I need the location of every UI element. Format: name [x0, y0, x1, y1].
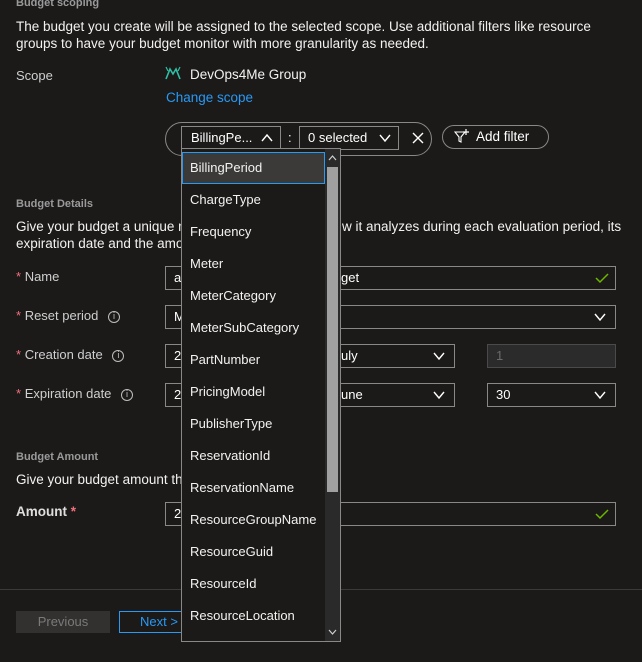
filter-colon: :: [288, 130, 292, 145]
budget-scoping-title: Budget scoping: [16, 0, 100, 9]
description-line: The budget you create will be assigned t…: [16, 19, 591, 34]
name-input-value-right: get: [341, 270, 360, 285]
filter-values-select[interactable]: 0 selected: [299, 126, 399, 150]
dropdown-item[interactable]: BillingPeriod: [182, 152, 325, 184]
amount-label-text: Amount: [16, 504, 67, 519]
management-group-icon: [165, 66, 181, 80]
filter-values-value: 0 selected: [308, 130, 368, 145]
budget-details-description-left1: Give your budget a unique n: [16, 219, 186, 234]
scroll-up-arrow-icon[interactable]: [325, 152, 340, 164]
creation-date-label-text: Creation date: [24, 347, 103, 362]
required-marker: *: [16, 269, 22, 284]
creation-day-input: 1: [487, 344, 616, 368]
chevron-down-icon: [594, 391, 606, 400]
dropdown-item[interactable]: MeterSubCategory: [182, 312, 325, 344]
dropdown-item[interactable]: Meter: [182, 248, 325, 280]
add-filter-label: Add filter: [476, 129, 530, 144]
required-marker: *: [16, 347, 22, 362]
dropdown-item[interactable]: MeterCategory: [182, 280, 325, 312]
dropdown-item[interactable]: ResourceGuid: [182, 536, 325, 568]
expiration-date-label-text: Expiration date: [24, 386, 112, 401]
chevron-down-icon: [379, 134, 391, 143]
add-filter-button[interactable]: Add filter: [442, 125, 549, 149]
scope-label: Scope: [16, 68, 53, 83]
scroll-down-arrow-icon[interactable]: [325, 626, 340, 638]
dropdown-scrollbar[interactable]: [325, 149, 340, 641]
amount-input-right[interactable]: [341, 502, 616, 526]
budget-details-description-right1: w it analyzes during each evaluation per…: [342, 219, 622, 234]
next-button[interactable]: Next >: [119, 611, 189, 633]
budget-details-description-left2: expiration date and the amo: [16, 236, 184, 251]
checkmark-icon: [595, 509, 609, 520]
dropdown-item[interactable]: PartNumber: [182, 344, 325, 376]
chevron-down-icon: [433, 352, 445, 361]
filter-property-value: BillingPe...: [191, 130, 253, 145]
required-marker: *: [16, 308, 22, 323]
dropdown-item[interactable]: ResourceLocation: [182, 600, 325, 632]
reset-period-label: * Reset period i: [16, 308, 121, 323]
change-scope-link[interactable]: Change scope: [166, 90, 253, 105]
dropdown-item[interactable]: PublisherType: [182, 408, 325, 440]
close-icon[interactable]: [411, 131, 425, 145]
budget-amount-title: Budget Amount: [16, 451, 99, 463]
required-marker: *: [70, 504, 77, 519]
description-line: groups to have your budget monitor with …: [16, 36, 429, 51]
checkmark-icon: [595, 273, 609, 284]
reset-period-label-text: Reset period: [24, 308, 99, 323]
info-icon[interactable]: i: [112, 350, 125, 362]
budget-scoping-description: The budget you create will be assigned t…: [16, 18, 636, 52]
dropdown-item[interactable]: Frequency: [182, 216, 325, 248]
creation-month-select[interactable]: uly: [341, 344, 455, 368]
expiration-month-value: une: [341, 387, 363, 402]
info-icon[interactable]: i: [121, 389, 134, 401]
budget-amount-description: Give your budget amount thi: [16, 472, 186, 487]
expiration-day-select[interactable]: 30: [487, 383, 616, 407]
info-icon[interactable]: i: [108, 311, 121, 323]
amount-label: Amount *: [16, 504, 76, 519]
dropdown-item[interactable]: ResourceGroupName: [182, 504, 325, 536]
filter-property-select[interactable]: BillingPe...: [181, 126, 281, 150]
name-label-text: Name: [24, 269, 60, 284]
filter-property-dropdown: BillingPeriod ChargeType Frequency Meter…: [181, 148, 341, 642]
dropdown-item[interactable]: ChargeType: [182, 184, 325, 216]
add-filter-icon: [453, 129, 470, 145]
scope-value: DevOps4Me Group: [190, 67, 307, 82]
dropdown-item[interactable]: ResourceId: [182, 568, 325, 600]
chevron-up-icon: [261, 133, 273, 142]
budget-details-title: Budget Details: [16, 198, 94, 210]
chevron-down-icon: [433, 391, 445, 400]
creation-date-label: * Creation date i: [16, 347, 125, 362]
dropdown-item[interactable]: ReservationName: [182, 472, 325, 504]
chevron-down-icon: [594, 313, 606, 322]
creation-month-value: uly: [341, 348, 358, 363]
required-marker: *: [16, 386, 22, 401]
expiration-date-label: * Expiration date i: [16, 386, 134, 401]
reset-period-select-right[interactable]: [341, 305, 616, 329]
next-button-label: Next >: [140, 614, 178, 629]
creation-day-value: 1: [496, 348, 504, 363]
expiration-day-value: 30: [496, 387, 511, 402]
name-label: * Name: [16, 269, 59, 284]
expiration-month-select[interactable]: une: [341, 383, 455, 407]
dropdown-item[interactable]: PricingModel: [182, 376, 325, 408]
name-input-right[interactable]: get: [341, 266, 616, 290]
dropdown-item[interactable]: ReservationId: [182, 440, 325, 472]
previous-button[interactable]: Previous: [16, 611, 110, 633]
scrollbar-thumb[interactable]: [327, 167, 338, 492]
